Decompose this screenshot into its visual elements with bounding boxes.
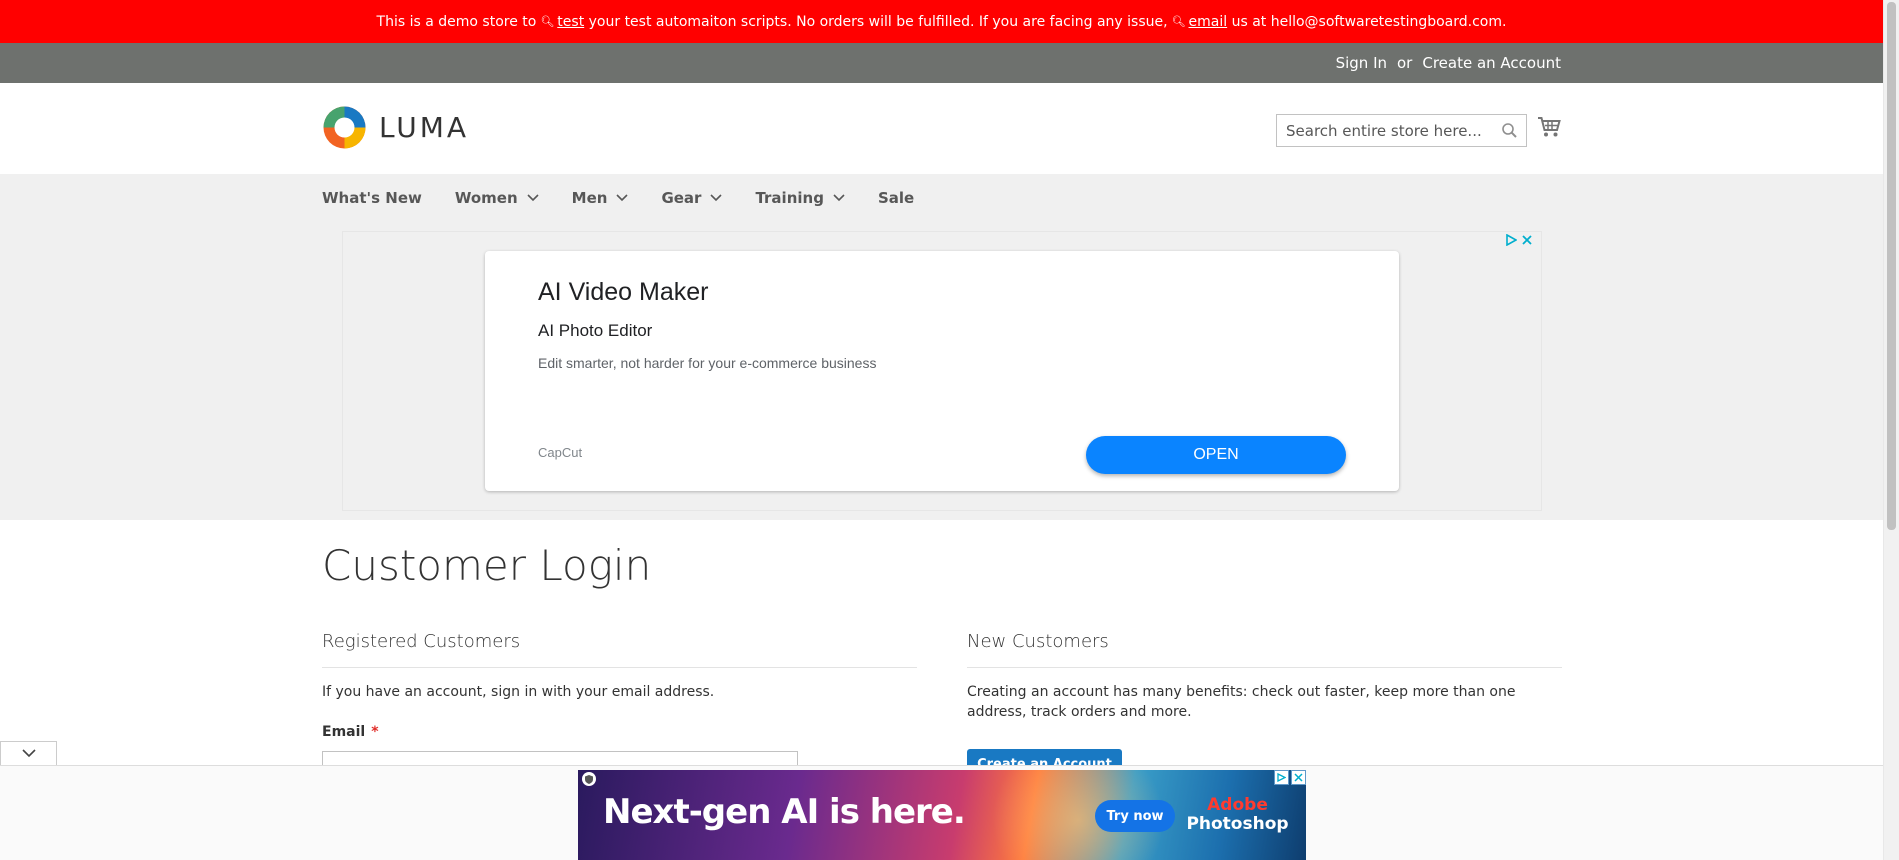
ad-description: Edit smarter, not harder for your e-comm… <box>538 355 877 371</box>
nav-item-training[interactable]: Training <box>755 189 845 207</box>
bottom-ad-banner[interactable]: Next-gen AI is here. Try now Adobe Photo… <box>578 770 1306 860</box>
nav-item-label: Gear <box>661 189 702 207</box>
nav-item-what-s-new[interactable]: What's New <box>322 189 422 207</box>
banner-text-3: us at hello@softwaretestingboard.com. <box>1231 13 1507 30</box>
create-account-link[interactable]: Create an Account <box>1422 54 1561 72</box>
chevron-down-icon <box>616 194 629 202</box>
search-input[interactable]: Search entire store here... <box>1276 114 1527 147</box>
photoshop-brand-text: Photoshop <box>1186 814 1289 834</box>
chevron-down-icon <box>710 194 723 202</box>
nav-item-label: Women <box>454 189 518 207</box>
nav-item-label: Sale <box>877 189 915 207</box>
or-separator: or <box>1397 54 1413 72</box>
adchoices-icon[interactable] <box>1274 770 1289 785</box>
chevron-down-icon <box>21 749 36 758</box>
banner-test-link[interactable]: test <box>557 14 584 30</box>
bottom-ad-brand: Adobe Photoshop <box>1185 796 1290 834</box>
vertical-scrollbar[interactable] <box>1883 0 1899 860</box>
nav-item-label: What's New <box>322 189 422 207</box>
new-customers-text: Creating an account has many benefits: c… <box>967 684 1516 720</box>
nav-item-label: Men <box>571 189 608 207</box>
adchoices-icon[interactable] <box>1505 234 1517 246</box>
nav-item-women[interactable]: Women <box>455 189 539 207</box>
banner-text-2: your test automaiton scripts. No orders … <box>588 13 1168 30</box>
chevron-down-icon <box>527 194 539 202</box>
required-marker: * <box>371 724 379 740</box>
new-customers-divider <box>967 667 1562 668</box>
logo-text: LUMA <box>379 111 470 144</box>
search-icon[interactable] <box>1501 122 1518 139</box>
search-icon: 🔍︎ <box>540 15 555 28</box>
bottom-ad-headline: Next-gen AI is here. <box>603 792 966 832</box>
nav-item-label: Training <box>755 189 824 207</box>
scrollbar-thumb[interactable] <box>1887 2 1896 530</box>
nav-item-sale[interactable]: Sale <box>878 189 914 207</box>
demo-notice-banner: This is a demo store to 🔍︎ test your tes… <box>0 0 1883 43</box>
ad-title: AI Video Maker <box>538 278 709 306</box>
adobe-brand-text: Adobe <box>1207 795 1268 815</box>
ad-brand: CapCut <box>538 445 583 460</box>
banner-text-1: This is a demo store to <box>376 13 537 30</box>
ad-choices[interactable] <box>1505 234 1533 246</box>
nav-item-men[interactable]: Men <box>572 189 629 207</box>
new-customers-title: New Customers <box>967 631 1109 652</box>
search-icon: 🔍︎ <box>1171 15 1186 28</box>
banner-email-link[interactable]: email <box>1189 14 1228 30</box>
ad-subtitle: AI Photo Editor <box>538 321 653 340</box>
close-icon[interactable] <box>1291 770 1306 785</box>
search-placeholder: Search entire store here... <box>1286 121 1482 140</box>
panel-header: Sign In or Create an Account <box>0 43 1883 83</box>
ad-open-button[interactable]: OPEN <box>1086 436 1346 474</box>
luma-logo-icon <box>323 106 366 149</box>
collapse-ad-button[interactable] <box>0 741 57 765</box>
email-label-text: Email <box>322 724 366 740</box>
email-label: Email * <box>322 724 379 740</box>
page-title: Customer Login <box>322 541 652 590</box>
luma-logo[interactable]: LUMA <box>322 105 469 150</box>
ad-card[interactable]: AI Video Maker AI Photo Editor Edit smar… <box>485 251 1399 491</box>
site-header: LUMA Search entire store here... <box>0 83 1883 174</box>
bottom-ad-controls <box>1274 770 1306 785</box>
cart-icon[interactable] <box>1537 116 1561 138</box>
registered-customers-title: Registered Customers <box>322 631 521 652</box>
chevron-down-icon <box>833 194 845 202</box>
registered-intro: If you have an account, sign in with you… <box>322 684 715 700</box>
close-icon[interactable] <box>1521 234 1533 246</box>
bottom-ad-try-button[interactable]: Try now <box>1095 800 1175 832</box>
nav-item-gear[interactable]: Gear <box>661 189 723 207</box>
sign-in-link[interactable]: Sign In <box>1336 54 1387 72</box>
ad-shield-icon <box>582 772 596 786</box>
registered-divider <box>322 667 917 668</box>
